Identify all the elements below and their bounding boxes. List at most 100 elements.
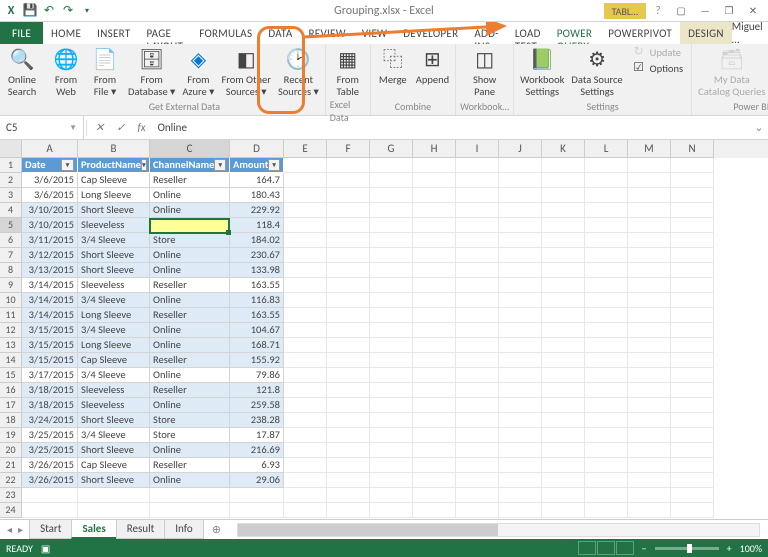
cell[interactable]: 229.92 (230, 203, 284, 218)
row-header[interactable]: 19 (0, 428, 22, 443)
ribbon-tab-load-test[interactable]: LOAD TEST (507, 22, 549, 44)
cell[interactable] (370, 443, 413, 458)
cell[interactable] (456, 293, 499, 308)
zoom-level[interactable]: 100% (740, 542, 762, 555)
cell[interactable]: Long Sleeve (78, 308, 150, 323)
cell[interactable] (370, 218, 413, 233)
cell[interactable] (585, 428, 628, 443)
cell[interactable] (499, 368, 542, 383)
row-header[interactable]: 10 (0, 293, 22, 308)
cell[interactable]: 121.8 (230, 383, 284, 398)
cell[interactable] (456, 203, 499, 218)
column-header[interactable]: N (671, 140, 714, 158)
row-header[interactable]: 20 (0, 443, 22, 458)
cell[interactable] (456, 248, 499, 263)
cell[interactable] (370, 353, 413, 368)
cell[interactable] (456, 458, 499, 473)
cell[interactable]: 3/14/2015 (22, 308, 78, 323)
row-header[interactable]: 3 (0, 188, 22, 203)
cell[interactable] (628, 173, 671, 188)
cell[interactable] (284, 293, 327, 308)
row-header[interactable]: 16 (0, 383, 22, 398)
cell[interactable]: Short Sleeve (78, 203, 150, 218)
row-header[interactable]: 11 (0, 308, 22, 323)
cell[interactable]: Reseller (150, 458, 230, 473)
cell[interactable]: Long Sleeve (78, 338, 150, 353)
cell[interactable] (327, 368, 370, 383)
sheet-tab[interactable]: Start (29, 520, 72, 539)
table-header-cell[interactable]: ProductName▾ (78, 158, 150, 173)
cell[interactable] (284, 368, 327, 383)
cell[interactable] (284, 428, 327, 443)
row-header[interactable]: 6 (0, 233, 22, 248)
cell[interactable] (413, 308, 456, 323)
column-header[interactable]: F (327, 140, 370, 158)
zoom-out-button[interactable]: − (642, 542, 647, 555)
cell[interactable] (585, 398, 628, 413)
cell[interactable]: 79.86 (230, 368, 284, 383)
cell[interactable] (542, 278, 585, 293)
cell[interactable] (413, 458, 456, 473)
cell[interactable] (671, 158, 714, 173)
cell[interactable] (150, 488, 230, 503)
cell[interactable] (542, 218, 585, 233)
select-all-corner[interactable] (0, 140, 22, 158)
row-header[interactable]: 2 (0, 173, 22, 188)
cell[interactable] (628, 413, 671, 428)
cell[interactable] (499, 248, 542, 263)
cell[interactable] (78, 488, 150, 503)
cell[interactable] (671, 473, 714, 488)
cell[interactable]: 216.69 (230, 443, 284, 458)
cell[interactable] (671, 488, 714, 503)
sheet-tab[interactable]: Sales (71, 520, 116, 539)
cell[interactable] (542, 173, 585, 188)
cell[interactable]: 155.92 (230, 353, 284, 368)
cell[interactable] (327, 323, 370, 338)
cell[interactable] (542, 248, 585, 263)
cell[interactable] (671, 338, 714, 353)
cell[interactable] (284, 338, 327, 353)
cell[interactable] (284, 458, 327, 473)
close-button[interactable]: ✕ (742, 4, 764, 18)
cell[interactable] (628, 368, 671, 383)
ribbon-tab-design[interactable]: DESIGN (680, 22, 732, 44)
filter-dropdown-icon[interactable]: ▾ (141, 159, 147, 171)
cell[interactable] (370, 368, 413, 383)
cell[interactable]: Reseller (150, 278, 230, 293)
cell[interactable] (542, 383, 585, 398)
cell[interactable] (327, 398, 370, 413)
cell[interactable] (456, 263, 499, 278)
cell[interactable] (499, 473, 542, 488)
cell[interactable]: Store (150, 233, 230, 248)
cell[interactable] (585, 338, 628, 353)
cell[interactable] (456, 398, 499, 413)
macro-record-icon[interactable]: ▣ (41, 542, 50, 555)
cell[interactable] (542, 413, 585, 428)
qat-redo-icon[interactable]: ↷ (61, 4, 75, 18)
row-header[interactable]: 22 (0, 473, 22, 488)
cell[interactable] (284, 323, 327, 338)
cell[interactable] (628, 233, 671, 248)
cell[interactable] (370, 413, 413, 428)
merge-button[interactable]: ⿻Merge (375, 45, 411, 87)
cell[interactable] (628, 308, 671, 323)
cell[interactable] (585, 323, 628, 338)
cell[interactable]: 3/18/2015 (22, 398, 78, 413)
cell[interactable] (585, 308, 628, 323)
formula-input[interactable]: Online (152, 121, 750, 134)
view-switcher[interactable] (578, 541, 634, 555)
recent-sources-button[interactable]: 🕑Recent Sources ▾ (276, 45, 321, 98)
row-header[interactable]: 9 (0, 278, 22, 293)
cell[interactable] (628, 383, 671, 398)
cell[interactable] (671, 398, 714, 413)
cell[interactable] (499, 458, 542, 473)
cell[interactable]: Short Sleeve (78, 263, 150, 278)
from-azure-button[interactable]: ◈From Azure ▾ (180, 45, 216, 98)
cell[interactable] (671, 428, 714, 443)
cell[interactable] (671, 263, 714, 278)
cell[interactable] (585, 218, 628, 233)
cell[interactable]: 238.28 (230, 413, 284, 428)
cell[interactable] (628, 338, 671, 353)
cell[interactable] (327, 413, 370, 428)
row-header[interactable]: 18 (0, 413, 22, 428)
